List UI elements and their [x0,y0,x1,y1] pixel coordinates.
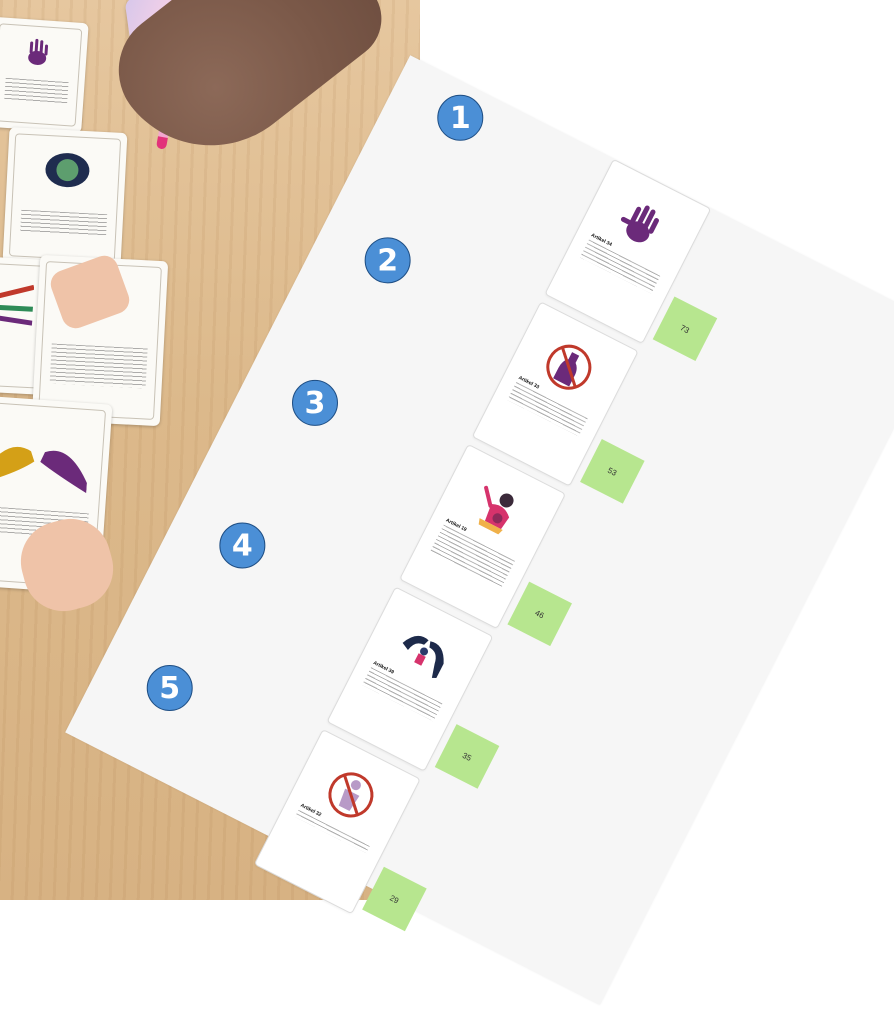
step-number-3: 3 [291,379,338,426]
score-box-4: 35 [434,724,500,789]
photo-card [0,16,89,134]
score-box-3: 46 [507,581,572,647]
sweater-sleeve [95,0,399,187]
distress-figure-icon [478,485,514,535]
protecting-hands-icon [402,635,444,678]
pinky-promise-icon [0,446,87,494]
step-number-2: 2 [364,237,411,284]
handprint-icon [28,38,49,65]
no-child-labor-icon [328,772,374,818]
step-number-1: 1 [437,94,484,141]
score-box-2: 53 [580,439,645,504]
step-number-4: 4 [219,522,266,569]
score-box-5: 29 [362,866,427,932]
no-alcohol-icon [546,344,592,390]
handprint-icon [620,205,659,243]
rays-icon [0,284,35,326]
photo-card [2,127,128,268]
score-box-1: 73 [652,296,718,362]
step-number-5: 5 [146,665,193,712]
globe-icon [45,153,90,188]
